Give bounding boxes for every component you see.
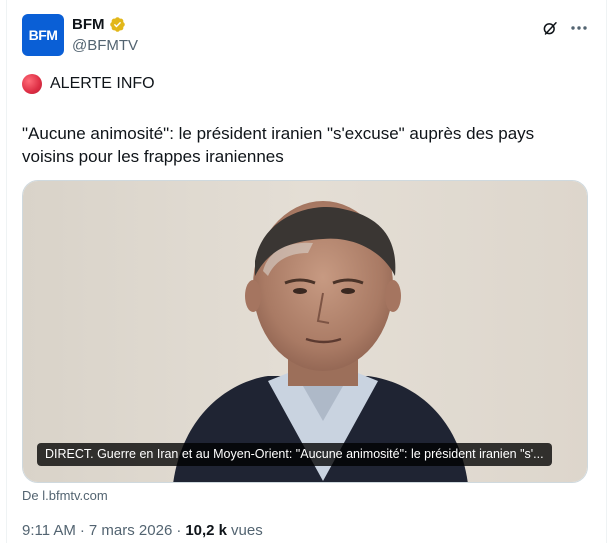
tweet-text: "Aucune animosité": le président iranien… bbox=[22, 124, 535, 166]
tweet-date[interactable]: 7 mars 2026 bbox=[89, 522, 172, 539]
author-name-row: BFM bbox=[72, 16, 126, 33]
link-card[interactable]: DIRECT. Guerre en Iran et au Moyen-Orien… bbox=[22, 180, 588, 483]
meta-separator: · bbox=[79, 522, 85, 539]
article-photo[interactable] bbox=[23, 181, 588, 483]
red-circle-icon bbox=[22, 74, 42, 94]
alert-banner: ALERTE INFO bbox=[22, 74, 155, 94]
alert-label: ALERTE INFO bbox=[50, 75, 155, 92]
meta-separator: · bbox=[176, 522, 182, 539]
card-caption: DIRECT. Guerre en Iran et au Moyen-Orien… bbox=[37, 443, 552, 466]
author-handle[interactable]: @BFMTV bbox=[72, 37, 138, 54]
tweet-time[interactable]: 9:11 AM bbox=[22, 522, 76, 539]
verified-badge-icon[interactable] bbox=[109, 16, 126, 33]
avatar-logo-text: BFM bbox=[28, 27, 58, 43]
views-label: vues bbox=[231, 522, 263, 539]
avatar[interactable]: BFM bbox=[22, 14, 64, 56]
tweet-meta: 9:11 AM · 7 mars 2026 · 10,2 k vues bbox=[22, 522, 263, 539]
more-icon[interactable] bbox=[568, 18, 590, 38]
card-source[interactable]: De l.bfmtv.com bbox=[22, 488, 108, 503]
author-display-name[interactable]: BFM bbox=[72, 16, 105, 33]
grok-icon[interactable] bbox=[540, 18, 560, 38]
views-count: 10,2 k bbox=[185, 522, 228, 539]
